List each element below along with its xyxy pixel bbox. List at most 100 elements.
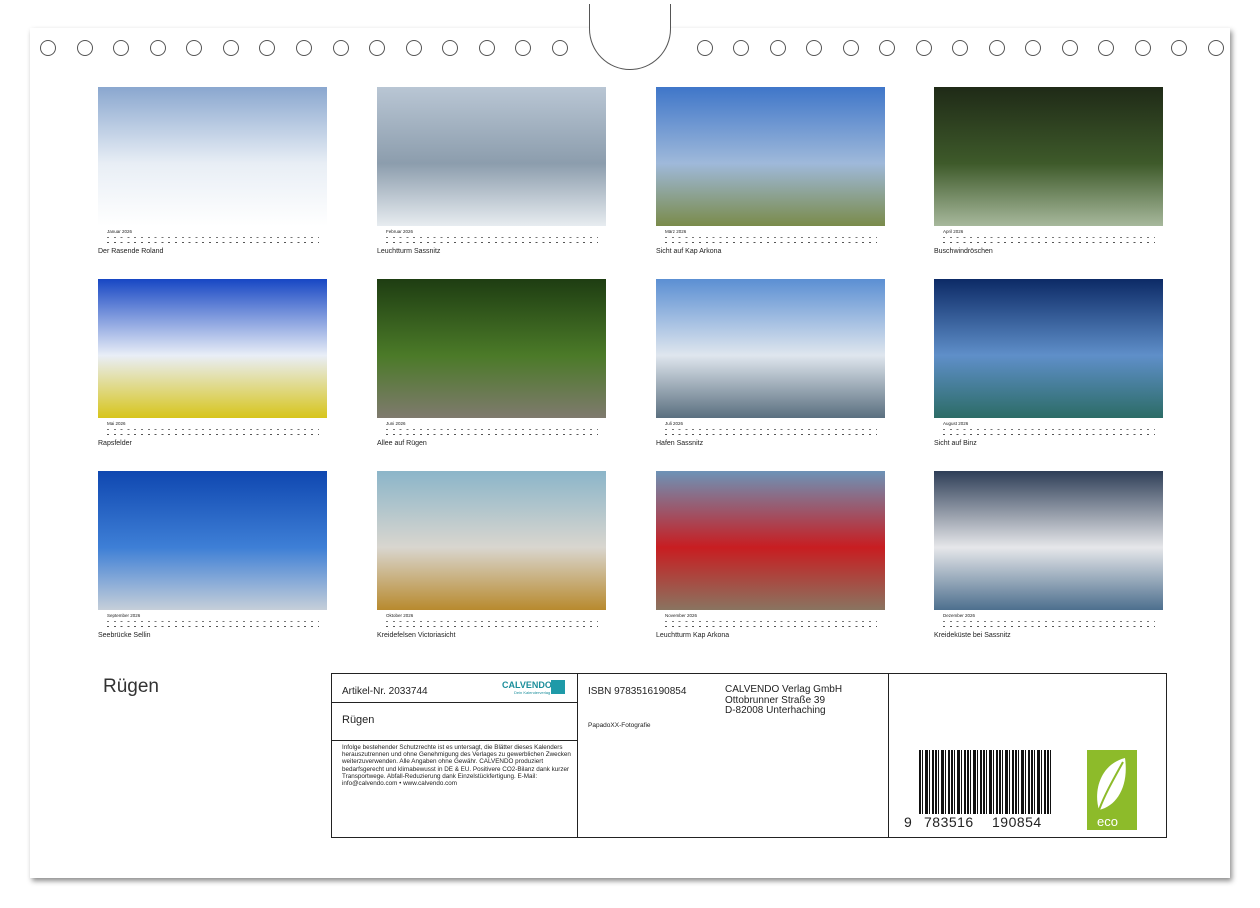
month-tile: Juni 2026Allee auf Rügen bbox=[377, 279, 606, 447]
photo-caption: Buschwindröschen bbox=[934, 248, 1163, 255]
binding-ring bbox=[879, 40, 895, 56]
day-strip bbox=[386, 235, 598, 245]
binding-ring bbox=[515, 40, 531, 56]
day-strip bbox=[107, 619, 319, 629]
month-photo bbox=[377, 471, 606, 610]
day-strip bbox=[107, 235, 319, 245]
barcode-group-2: 190854 bbox=[992, 814, 1042, 830]
month-tile: September 2026Seebrücke Sellin bbox=[98, 471, 327, 639]
photo-caption: Rapsfelder bbox=[98, 440, 327, 447]
photo-caption: Sicht auf Kap Arkona bbox=[656, 248, 885, 255]
photo-caption: Leuchtturm Sassnitz bbox=[377, 248, 606, 255]
info-box: Artikel-Nr. 2033744 CALVENDO Dein Kalend… bbox=[331, 673, 1167, 838]
binding-ring bbox=[296, 40, 312, 56]
isbn: ISBN 9783516190854 bbox=[588, 686, 686, 697]
month-tile: Januar 2026Der Rasende Roland bbox=[98, 87, 327, 255]
day-strip bbox=[665, 427, 877, 437]
photographer: PapadoXX-Fotografie bbox=[588, 722, 651, 729]
eco-label: eco bbox=[1097, 814, 1118, 829]
binding-ring bbox=[806, 40, 822, 56]
binding-ring bbox=[770, 40, 786, 56]
photo-caption: Der Rasende Roland bbox=[98, 248, 327, 255]
day-strip bbox=[943, 427, 1155, 437]
month-photo bbox=[377, 279, 606, 418]
divider bbox=[888, 674, 889, 837]
binding-ring bbox=[1208, 40, 1224, 56]
barcode-group-1: 783516 bbox=[924, 814, 974, 830]
photo-caption: Kreidefelsen Victoriasicht bbox=[377, 632, 606, 639]
barcode bbox=[919, 750, 1051, 814]
day-strip bbox=[943, 235, 1155, 245]
binding-ring bbox=[442, 40, 458, 56]
month-tile: Oktober 2026Kreidefelsen Victoriasicht bbox=[377, 471, 606, 639]
month-tile: Dezember 2026Kreideküste bei Sassnitz bbox=[934, 471, 1163, 639]
month-photo bbox=[934, 471, 1163, 610]
binding-ring bbox=[223, 40, 239, 56]
day-strip bbox=[665, 235, 877, 245]
binding-ring bbox=[1062, 40, 1078, 56]
binding-ring bbox=[369, 40, 385, 56]
binding-ring bbox=[259, 40, 275, 56]
binding-ring bbox=[113, 40, 129, 56]
month-photo bbox=[98, 87, 327, 226]
binding-ring bbox=[843, 40, 859, 56]
legal-text: Infolge bestehender Schutzrechte ist es … bbox=[342, 744, 577, 787]
month-tile: August 2026Sicht auf Binz bbox=[934, 279, 1163, 447]
day-strip bbox=[943, 619, 1155, 629]
month-photo bbox=[934, 279, 1163, 418]
binding-ring bbox=[1025, 40, 1041, 56]
binding-ring bbox=[552, 40, 568, 56]
month-photo bbox=[98, 471, 327, 610]
month-photo bbox=[98, 279, 327, 418]
month-tile: Juli 2026Hafen Sassnitz bbox=[656, 279, 885, 447]
month-photo bbox=[656, 279, 885, 418]
calvendo-logo-tagline: Dein Kalenderverlag bbox=[514, 690, 550, 695]
binding-ring bbox=[952, 40, 968, 56]
day-strip bbox=[386, 619, 598, 629]
photo-caption: Leuchtturm Kap Arkona bbox=[656, 632, 885, 639]
divider bbox=[577, 674, 578, 837]
month-tile: Mai 2026Rapsfelder bbox=[98, 279, 327, 447]
month-tile: November 2026Leuchtturm Kap Arkona bbox=[656, 471, 885, 639]
binding-ring bbox=[479, 40, 495, 56]
article-number: Artikel-Nr. 2033744 bbox=[342, 686, 428, 697]
month-photo bbox=[934, 87, 1163, 226]
month-tile: Februar 2026Leuchtturm Sassnitz bbox=[377, 87, 606, 255]
divider bbox=[332, 702, 577, 703]
month-photo bbox=[656, 87, 885, 226]
binding-ring bbox=[989, 40, 1005, 56]
info-title: Rügen bbox=[342, 714, 374, 726]
binding-ring bbox=[1135, 40, 1151, 56]
binding-ring bbox=[333, 40, 349, 56]
barcode-first-digit: 9 bbox=[904, 814, 912, 830]
binding-ring bbox=[406, 40, 422, 56]
publisher-line: D-82008 Unterhaching bbox=[725, 706, 842, 717]
binding-ring bbox=[77, 40, 93, 56]
binding-ring bbox=[186, 40, 202, 56]
day-strip bbox=[665, 619, 877, 629]
month-tile: April 2026Buschwindröschen bbox=[934, 87, 1163, 255]
divider bbox=[332, 740, 577, 741]
binding-ring bbox=[1171, 40, 1187, 56]
calvendo-logo-icon bbox=[551, 680, 565, 694]
photo-caption: Hafen Sassnitz bbox=[656, 440, 885, 447]
month-photo bbox=[377, 87, 606, 226]
binding-ring bbox=[697, 40, 713, 56]
binding-ring bbox=[150, 40, 166, 56]
publisher-line: CALVENDO Verlag GmbH bbox=[725, 685, 842, 696]
binding-ring bbox=[1098, 40, 1114, 56]
binding-ring bbox=[733, 40, 749, 56]
photo-caption: Allee auf Rügen bbox=[377, 440, 606, 447]
eco-badge: eco bbox=[1087, 750, 1137, 830]
day-strip bbox=[107, 427, 319, 437]
photo-caption: Kreideküste bei Sassnitz bbox=[934, 632, 1163, 639]
day-strip bbox=[386, 427, 598, 437]
binding-ring bbox=[916, 40, 932, 56]
calendar-title: Rügen bbox=[103, 676, 159, 698]
photo-caption: Sicht auf Binz bbox=[934, 440, 1163, 447]
publisher-address: CALVENDO Verlag GmbH Ottobrunner Straße … bbox=[725, 685, 842, 717]
photo-caption: Seebrücke Sellin bbox=[98, 632, 327, 639]
month-tile: März 2026Sicht auf Kap Arkona bbox=[656, 87, 885, 255]
binding-ring bbox=[40, 40, 56, 56]
month-photo bbox=[656, 471, 885, 610]
